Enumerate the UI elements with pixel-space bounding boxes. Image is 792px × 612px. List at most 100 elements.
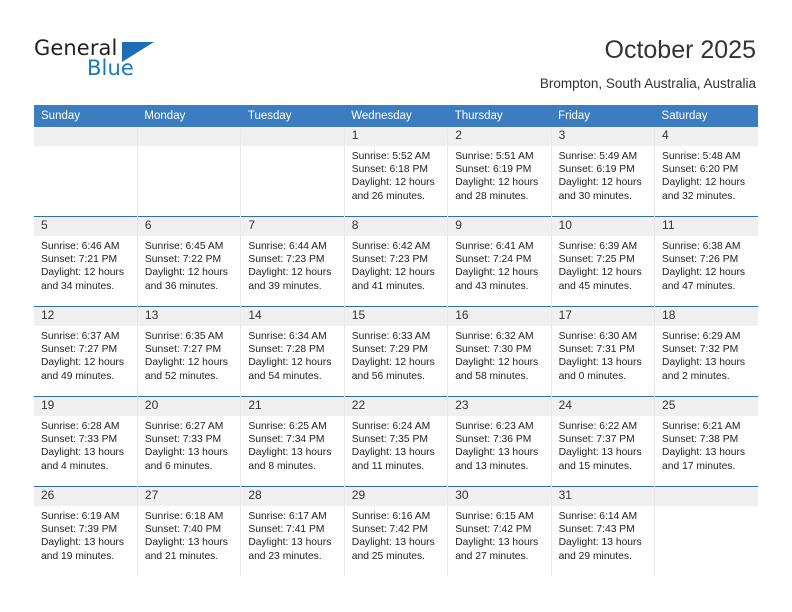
calendar-day-cell[interactable]: 11 Sunrise: 6:38 AM Sunset: 7:26 PM Dayligh… [654, 216, 758, 307]
day-number: 24 [551, 397, 655, 416]
daylight-text: Daylight: 13 hours [41, 447, 124, 459]
day-number: 18 [655, 307, 758, 326]
day-sun-info: Sunrise: 6:23 AM Sunset: 7:36 PM Daylight:… [448, 416, 550, 473]
sunrise-text: Sunrise: 6:46 AM [41, 241, 120, 252]
daylight-text-cont: and 13 minutes. [455, 460, 529, 472]
sunrise-text: Sunrise: 6:34 AM [248, 331, 327, 342]
daylight-text: Daylight: 12 hours [662, 267, 746, 279]
sunrise-text: Sunrise: 6:38 AM [662, 241, 741, 252]
page-header: General Blue October 2025 Brompton, Sout… [0, 0, 792, 104]
daylight-text: Daylight: 12 hours [351, 357, 435, 369]
daylight-text-cont: and 6 minutes. [144, 460, 213, 472]
calendar-day-cell[interactable]: 14 Sunrise: 6:34 AM Sunset: 7:28 PM Dayligh… [240, 306, 345, 397]
calendar-day-cell[interactable]: 16 Sunrise: 6:32 AM Sunset: 7:30 PM Dayligh… [447, 306, 552, 397]
daylight-text: Daylight: 13 hours [41, 537, 124, 549]
calendar-day-cell[interactable]: 4 Sunrise: 5:48 AM Sunset: 6:20 PM Daylight… [654, 127, 758, 217]
logo-text-blue: Blue [87, 56, 134, 80]
day-sun-info: Sunrise: 6:27 AM Sunset: 7:33 PM Daylight:… [138, 416, 240, 473]
daylight-text-cont: and 58 minutes. [455, 370, 529, 382]
calendar-day-cell-empty [136, 127, 241, 217]
daylight-text-cont: and 19 minutes. [41, 550, 115, 562]
daylight-text: Daylight: 12 hours [558, 177, 642, 189]
daylight-text-cont: and 2 minutes. [662, 370, 730, 382]
daylight-text: Daylight: 13 hours [248, 537, 332, 549]
day-number: 12 [34, 307, 137, 326]
calendar-day-cell[interactable]: 26 Sunrise: 6:19 AM Sunset: 7:39 PM Dayligh… [34, 486, 138, 576]
calendar-day-cell[interactable]: 2 Sunrise: 5:51 AM Sunset: 6:19 PM Daylight… [447, 127, 552, 217]
daylight-text-cont: and 47 minutes. [662, 280, 736, 292]
daylight-text: Daylight: 13 hours [662, 447, 746, 459]
day-number: 2 [448, 127, 551, 146]
calendar-day-cell[interactable]: 28 Sunrise: 6:17 AM Sunset: 7:41 PM Dayligh… [240, 486, 345, 576]
calendar-day-cell[interactable]: 10 Sunrise: 6:39 AM Sunset: 7:25 PM Dayligh… [550, 216, 655, 307]
daylight-text-cont: and 25 minutes. [351, 550, 426, 562]
calendar-day-cell[interactable]: 31 Sunrise: 6:14 AM Sunset: 7:43 PM Dayligh… [550, 486, 655, 576]
daylight-text: Daylight: 13 hours [144, 537, 228, 549]
day-sun-info: Sunrise: 6:45 AM Sunset: 7:22 PM Daylight:… [138, 236, 240, 293]
calendar-day-cell[interactable]: 5 Sunrise: 6:46 AM Sunset: 7:21 PM Daylight… [34, 216, 138, 307]
daylight-text-cont: and 39 minutes. [248, 280, 322, 292]
daylight-text: Daylight: 12 hours [41, 267, 124, 279]
calendar-day-cell[interactable]: 30 Sunrise: 6:15 AM Sunset: 7:42 PM Dayligh… [447, 486, 552, 576]
calendar-day-cell[interactable]: 20 Sunrise: 6:27 AM Sunset: 7:33 PM Dayligh… [136, 396, 241, 487]
daylight-text: Daylight: 12 hours [144, 267, 228, 279]
calendar-day-cell[interactable]: 6 Sunrise: 6:45 AM Sunset: 7:22 PM Daylight… [136, 216, 241, 307]
calendar-day-cell[interactable]: 1 Sunrise: 5:52 AM Sunset: 6:18 PM Daylight… [343, 127, 448, 217]
sunset-text: Sunset: 7:41 PM [248, 524, 325, 536]
calendar-day-cell[interactable]: 12 Sunrise: 6:37 AM Sunset: 7:27 PM Dayligh… [34, 306, 138, 397]
day-number: 10 [551, 217, 655, 236]
day-number: 31 [551, 487, 655, 506]
day-sun-info: Sunrise: 6:15 AM Sunset: 7:42 PM Daylight:… [448, 506, 550, 563]
calendar-day-cell-empty [240, 127, 345, 217]
weekday-header-row: Sunday Monday Tuesday Wednesday Thursday Frid… [34, 105, 758, 127]
calendar-day-cell[interactable]: 17 Sunrise: 6:30 AM Sunset: 7:31 PM Dayligh… [550, 306, 655, 397]
sunset-text: Sunset: 7:31 PM [558, 344, 635, 356]
sunset-text: Sunset: 7:33 PM [41, 434, 118, 446]
calendar-day-cell[interactable]: 22 Sunrise: 6:24 AM Sunset: 7:35 PM Dayligh… [343, 396, 448, 487]
calendar-day-cell[interactable]: 25 Sunrise: 6:21 AM Sunset: 7:38 PM Dayligh… [654, 396, 758, 487]
daylight-text-cont: and 4 minutes. [41, 460, 109, 472]
day-number [34, 127, 137, 146]
calendar-day-cell[interactable]: 27 Sunrise: 6:18 AM Sunset: 7:40 PM Dayligh… [136, 486, 241, 576]
calendar-day-cell[interactable]: 18 Sunrise: 6:29 AM Sunset: 7:32 PM Dayligh… [654, 306, 758, 397]
day-sun-info: Sunrise: 6:16 AM Sunset: 7:42 PM Daylight:… [345, 506, 447, 563]
day-number: 1 [344, 127, 448, 146]
calendar-day-cell[interactable]: 8 Sunrise: 6:42 AM Sunset: 7:23 PM Daylight… [343, 216, 448, 307]
calendar-day-cell[interactable]: 7 Sunrise: 6:44 AM Sunset: 7:23 PM Daylight… [240, 216, 345, 307]
sunset-text: Sunset: 7:34 PM [248, 434, 325, 446]
calendar-day-cell[interactable]: 3 Sunrise: 5:49 AM Sunset: 6:19 PM Daylight… [550, 127, 655, 217]
sunrise-text: Sunrise: 6:33 AM [351, 331, 431, 342]
general-blue-logo[interactable]: General Blue [34, 36, 174, 84]
calendar-day-cell[interactable]: 9 Sunrise: 6:41 AM Sunset: 7:24 PM Daylight… [447, 216, 552, 307]
sunrise-text: Sunrise: 6:21 AM [662, 421, 741, 432]
sunrise-text: Sunrise: 5:52 AM [351, 151, 431, 162]
daylight-text-cont: and 23 minutes. [248, 550, 322, 562]
sunset-text: Sunset: 7:28 PM [248, 344, 325, 356]
day-sun-info: Sunrise: 6:39 AM Sunset: 7:25 PM Daylight:… [552, 236, 654, 293]
sunset-text: Sunset: 7:40 PM [144, 524, 222, 536]
sunset-text: Sunset: 6:19 PM [455, 164, 532, 176]
day-number: 17 [551, 307, 655, 326]
sunset-text: Sunset: 7:30 PM [455, 344, 532, 356]
sunset-text: Sunset: 7:39 PM [41, 524, 118, 536]
sunrise-text: Sunrise: 6:25 AM [248, 421, 327, 432]
calendar-day-cell[interactable]: 24 Sunrise: 6:22 AM Sunset: 7:37 PM Dayligh… [550, 396, 655, 487]
calendar-day-cell[interactable]: 13 Sunrise: 6:35 AM Sunset: 7:27 PM Dayligh… [136, 306, 241, 397]
calendar-day-cell[interactable]: 23 Sunrise: 6:23 AM Sunset: 7:36 PM Dayligh… [447, 396, 552, 487]
day-number: 4 [655, 127, 758, 146]
day-sun-info: Sunrise: 6:19 AM Sunset: 7:39 PM Daylight:… [34, 506, 137, 563]
day-number: 20 [137, 397, 241, 416]
day-sun-info: Sunrise: 6:28 AM Sunset: 7:33 PM Daylight:… [34, 416, 137, 473]
day-sun-info: Sunrise: 5:51 AM Sunset: 6:19 PM Daylight:… [448, 146, 550, 203]
calendar-day-cell[interactable]: 21 Sunrise: 6:25 AM Sunset: 7:34 PM Dayligh… [240, 396, 345, 487]
day-sun-info: Sunrise: 6:42 AM Sunset: 7:23 PM Daylight:… [345, 236, 447, 293]
sunrise-text: Sunrise: 6:16 AM [351, 511, 431, 522]
day-number: 11 [655, 217, 758, 236]
daylight-text: Daylight: 12 hours [351, 177, 435, 189]
day-number [137, 127, 241, 146]
calendar-day-cell[interactable]: 19 Sunrise: 6:28 AM Sunset: 7:33 PM Dayligh… [34, 396, 138, 487]
daylight-text: Daylight: 12 hours [455, 357, 539, 369]
calendar-day-cell[interactable]: 29 Sunrise: 6:16 AM Sunset: 7:42 PM Dayligh… [343, 486, 448, 576]
calendar-week-row: 12 Sunrise: 6:37 AM Sunset: 7:27 PM Dayligh… [34, 306, 758, 397]
calendar-day-cell[interactable]: 15 Sunrise: 6:33 AM Sunset: 7:29 PM Dayligh… [343, 306, 448, 397]
